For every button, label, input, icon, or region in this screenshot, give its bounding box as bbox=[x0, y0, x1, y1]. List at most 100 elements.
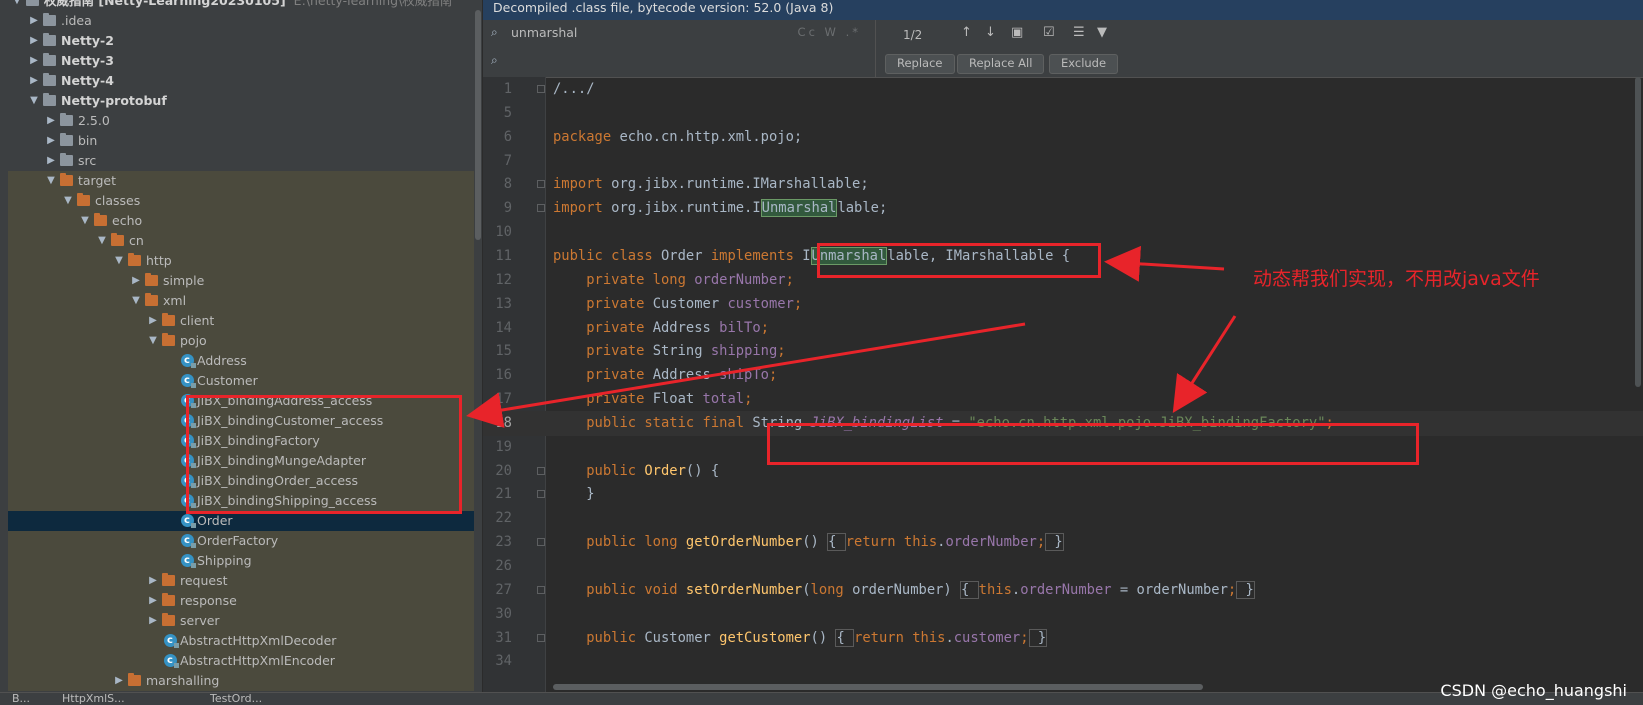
exclude-button[interactable]: Exclude bbox=[1049, 54, 1119, 74]
tree-item[interactable]: ▶ request bbox=[8, 571, 482, 591]
expand-closed-icon[interactable]: ▶ bbox=[130, 271, 142, 291]
tree-item[interactable]: ▼ classes bbox=[8, 191, 482, 211]
tree-item[interactable]: OrderFactory bbox=[8, 531, 482, 551]
code-line[interactable]: 15 private String shipping; bbox=[483, 339, 1643, 364]
replace-row[interactable]: ⌕ bbox=[483, 48, 873, 74]
expand-closed-icon[interactable]: ▶ bbox=[147, 591, 159, 611]
code-line[interactable]: 22 bbox=[483, 506, 1643, 531]
code-line[interactable]: 14 private Address bilTo; bbox=[483, 316, 1643, 341]
expand-open-icon[interactable]: ▼ bbox=[11, 0, 23, 11]
replace-all-button[interactable]: Replace All bbox=[957, 54, 1045, 74]
up-arrow-icon[interactable]: ↑ bbox=[961, 25, 972, 40]
tree-item[interactable]: ▶ server bbox=[8, 611, 482, 631]
expand-open-icon[interactable]: ▼ bbox=[113, 251, 125, 271]
expand-closed-icon[interactable]: ▶ bbox=[147, 611, 159, 631]
tree-item[interactable]: AbstractHttpXmlEncoder bbox=[8, 651, 482, 671]
tree-item[interactable]: ▶ client bbox=[8, 311, 482, 331]
expand-open-icon[interactable]: ▼ bbox=[79, 211, 91, 231]
tree-item[interactable]: ▶ bin bbox=[8, 131, 482, 151]
search-input[interactable]: unmarshal bbox=[511, 25, 577, 40]
project-scrollbar-thumb[interactable] bbox=[475, 10, 481, 240]
fold-toggle-icon[interactable] bbox=[537, 466, 545, 475]
tree-item[interactable]: ▼ xml bbox=[8, 291, 482, 311]
fold-toggle-icon[interactable] bbox=[537, 585, 545, 594]
tree-item[interactable]: Customer bbox=[8, 371, 482, 391]
tree-item[interactable]: ▶ 2.5.0 bbox=[8, 111, 482, 131]
tree-item[interactable]: ▼ target bbox=[8, 171, 482, 191]
tree-item[interactable]: ▶ src bbox=[8, 151, 482, 171]
code-line[interactable]: 27 public void setOrderNumber(long order… bbox=[483, 578, 1643, 603]
code-line[interactable]: 17 private Float total; bbox=[483, 387, 1643, 412]
code-line[interactable]: 31 public Customer getCustomer() { retur… bbox=[483, 626, 1643, 651]
fold-toggle-icon[interactable] bbox=[537, 85, 545, 93]
search-options[interactable]: Cc W .* bbox=[798, 25, 861, 39]
expand-closed-icon[interactable]: ▶ bbox=[45, 151, 57, 171]
expand-closed-icon[interactable]: ▶ bbox=[28, 51, 40, 71]
fold-toggle-icon[interactable] bbox=[537, 538, 545, 547]
fold-toggle-icon[interactable] bbox=[537, 180, 545, 189]
expand-closed-icon[interactable]: ▶ bbox=[45, 131, 57, 151]
h-scroll-thumb[interactable] bbox=[553, 684, 1203, 690]
expand-closed-icon[interactable]: ▶ bbox=[45, 111, 57, 131]
bottom-tab-2[interactable]: HttpXmlS... bbox=[62, 692, 125, 705]
code-line[interactable]: 10 bbox=[483, 220, 1643, 245]
tree-item[interactable]: Shipping bbox=[8, 551, 482, 571]
expand-open-icon[interactable]: ▼ bbox=[130, 291, 142, 311]
expand-closed-icon[interactable]: ▶ bbox=[28, 71, 40, 91]
tree-item[interactable]: ▼ cn bbox=[8, 231, 482, 251]
tree-item[interactable]: ▶ simple bbox=[8, 271, 482, 291]
tree-item[interactable]: ▼ http bbox=[8, 251, 482, 271]
code-line[interactable]: 16 private Address shipTo; bbox=[483, 363, 1643, 388]
expand-open-icon[interactable]: ▼ bbox=[28, 91, 40, 111]
code-line[interactable]: 1 /.../ bbox=[483, 77, 1643, 102]
filter-icon[interactable]: ▼ bbox=[1097, 25, 1107, 40]
code-line[interactable]: 30 bbox=[483, 602, 1643, 627]
expand-closed-icon[interactable]: ▶ bbox=[28, 11, 40, 31]
expand-open-icon[interactable]: ▼ bbox=[96, 231, 108, 251]
align-icon[interactable]: ☰ bbox=[1073, 25, 1085, 40]
code-line[interactable]: 7 bbox=[483, 149, 1643, 174]
select-all-icon[interactable]: ▣ bbox=[1011, 25, 1023, 40]
search-row[interactable]: ⌕ unmarshal Cc W .* bbox=[483, 20, 873, 46]
fold-toggle-icon[interactable] bbox=[537, 490, 545, 499]
code-line[interactable]: 21 } bbox=[483, 482, 1643, 507]
code-line[interactable]: 23 public long getOrderNumber() { return… bbox=[483, 530, 1643, 555]
tree-item[interactable]: ▶ .idea bbox=[8, 11, 482, 31]
expand-open-icon[interactable]: ▼ bbox=[62, 191, 74, 211]
tree-item[interactable]: Order bbox=[8, 511, 482, 531]
expand-open-icon[interactable]: ▼ bbox=[147, 331, 159, 351]
tree-item[interactable]: ▶ Netty-4 bbox=[8, 71, 482, 91]
expand-closed-icon[interactable]: ▶ bbox=[113, 671, 125, 691]
fold-toggle-icon[interactable] bbox=[537, 633, 545, 642]
tree-item[interactable]: ▶ Netty-3 bbox=[8, 51, 482, 71]
tree-item[interactable]: ▼ Netty-protobuf bbox=[8, 91, 482, 111]
tree-item[interactable]: ▶ response bbox=[8, 591, 482, 611]
code-line[interactable]: 26 bbox=[483, 554, 1643, 579]
tree-item[interactable]: ▼ echo bbox=[8, 211, 482, 231]
tree-item[interactable]: ▼ pojo bbox=[8, 331, 482, 351]
replace-button[interactable]: Replace bbox=[885, 54, 955, 74]
fold-toggle-icon[interactable] bbox=[537, 204, 545, 213]
tree-item[interactable]: ▼ 权威指南 [Netty-Learning20230105] E:\netty-l… bbox=[8, 0, 482, 11]
code-line[interactable]: 5 bbox=[483, 101, 1643, 126]
code-line[interactable]: 13 private Customer customer; bbox=[483, 292, 1643, 317]
expand-closed-icon[interactable]: ▶ bbox=[147, 571, 159, 591]
search-icon[interactable]: ⌕ bbox=[491, 25, 498, 40]
tree-item[interactable]: Address bbox=[8, 351, 482, 371]
expand-open-icon[interactable]: ▼ bbox=[45, 171, 57, 191]
project-scrollbar[interactable] bbox=[474, 0, 482, 692]
bottom-tab-1[interactable]: B... bbox=[12, 692, 30, 705]
expand-closed-icon[interactable]: ▶ bbox=[147, 311, 159, 331]
down-arrow-icon[interactable]: ↓ bbox=[985, 25, 996, 40]
tree-item[interactable]: ▶ Netty-2 bbox=[8, 31, 482, 51]
code-line[interactable]: 6 package echo.cn.http.xml.pojo; bbox=[483, 125, 1643, 150]
code-line[interactable]: 9 import org.jibx.runtime.IUnmarshallable… bbox=[483, 196, 1643, 221]
expand-closed-icon[interactable]: ▶ bbox=[28, 31, 40, 51]
bottom-tab-3[interactable]: TestOrd... bbox=[210, 692, 262, 705]
editor-vertical-scrollbar[interactable] bbox=[1635, 77, 1641, 387]
tree-item[interactable]: AbstractHttpXmlDecoder bbox=[8, 631, 482, 651]
tree-item[interactable]: ▶ marshalling bbox=[8, 671, 482, 691]
code-line[interactable]: 34 bbox=[483, 649, 1643, 674]
code-line[interactable]: 8 import org.jibx.runtime.IMarshallable; bbox=[483, 172, 1643, 197]
options-icon[interactable]: ☑ bbox=[1043, 25, 1055, 40]
